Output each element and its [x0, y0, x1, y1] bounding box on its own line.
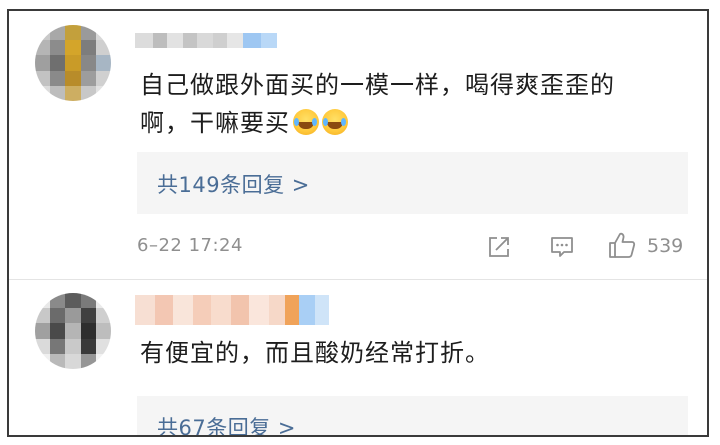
laugh-cry-emoji [322, 109, 348, 135]
laugh-cry-emoji [293, 109, 319, 135]
avatar[interactable] [35, 25, 111, 101]
username-redacted[interactable] [135, 33, 277, 48]
comment-divider [9, 279, 707, 280]
view-replies-link[interactable]: 共67条回复 > [157, 412, 296, 435]
replies-box[interactable]: 共67条回复 > [137, 396, 688, 435]
comment-icon[interactable] [549, 234, 575, 260]
avatar[interactable] [35, 293, 111, 369]
like-count: 539 [647, 235, 684, 257]
replies-box[interactable]: 共149条回复 > [137, 152, 688, 214]
thumbs-up-icon[interactable] [607, 230, 637, 260]
username-redacted[interactable] [135, 295, 329, 325]
comment-text: 有便宜的，而且酸奶经常打折。 [140, 339, 490, 367]
view-replies-link[interactable]: 共149条回复 > [157, 169, 310, 199]
comment-list: 自己做跟外面买的一模一样，喝得爽歪歪的 啊，干嘛要买 共149条回复 > 6–2… [7, 9, 709, 437]
share-icon[interactable] [486, 234, 512, 260]
comment-text: 自己做跟外面买的一模一样，喝得爽歪歪的 啊，干嘛要买 [140, 71, 615, 137]
comment-timestamp: 6–22 17:24 [137, 235, 243, 256]
